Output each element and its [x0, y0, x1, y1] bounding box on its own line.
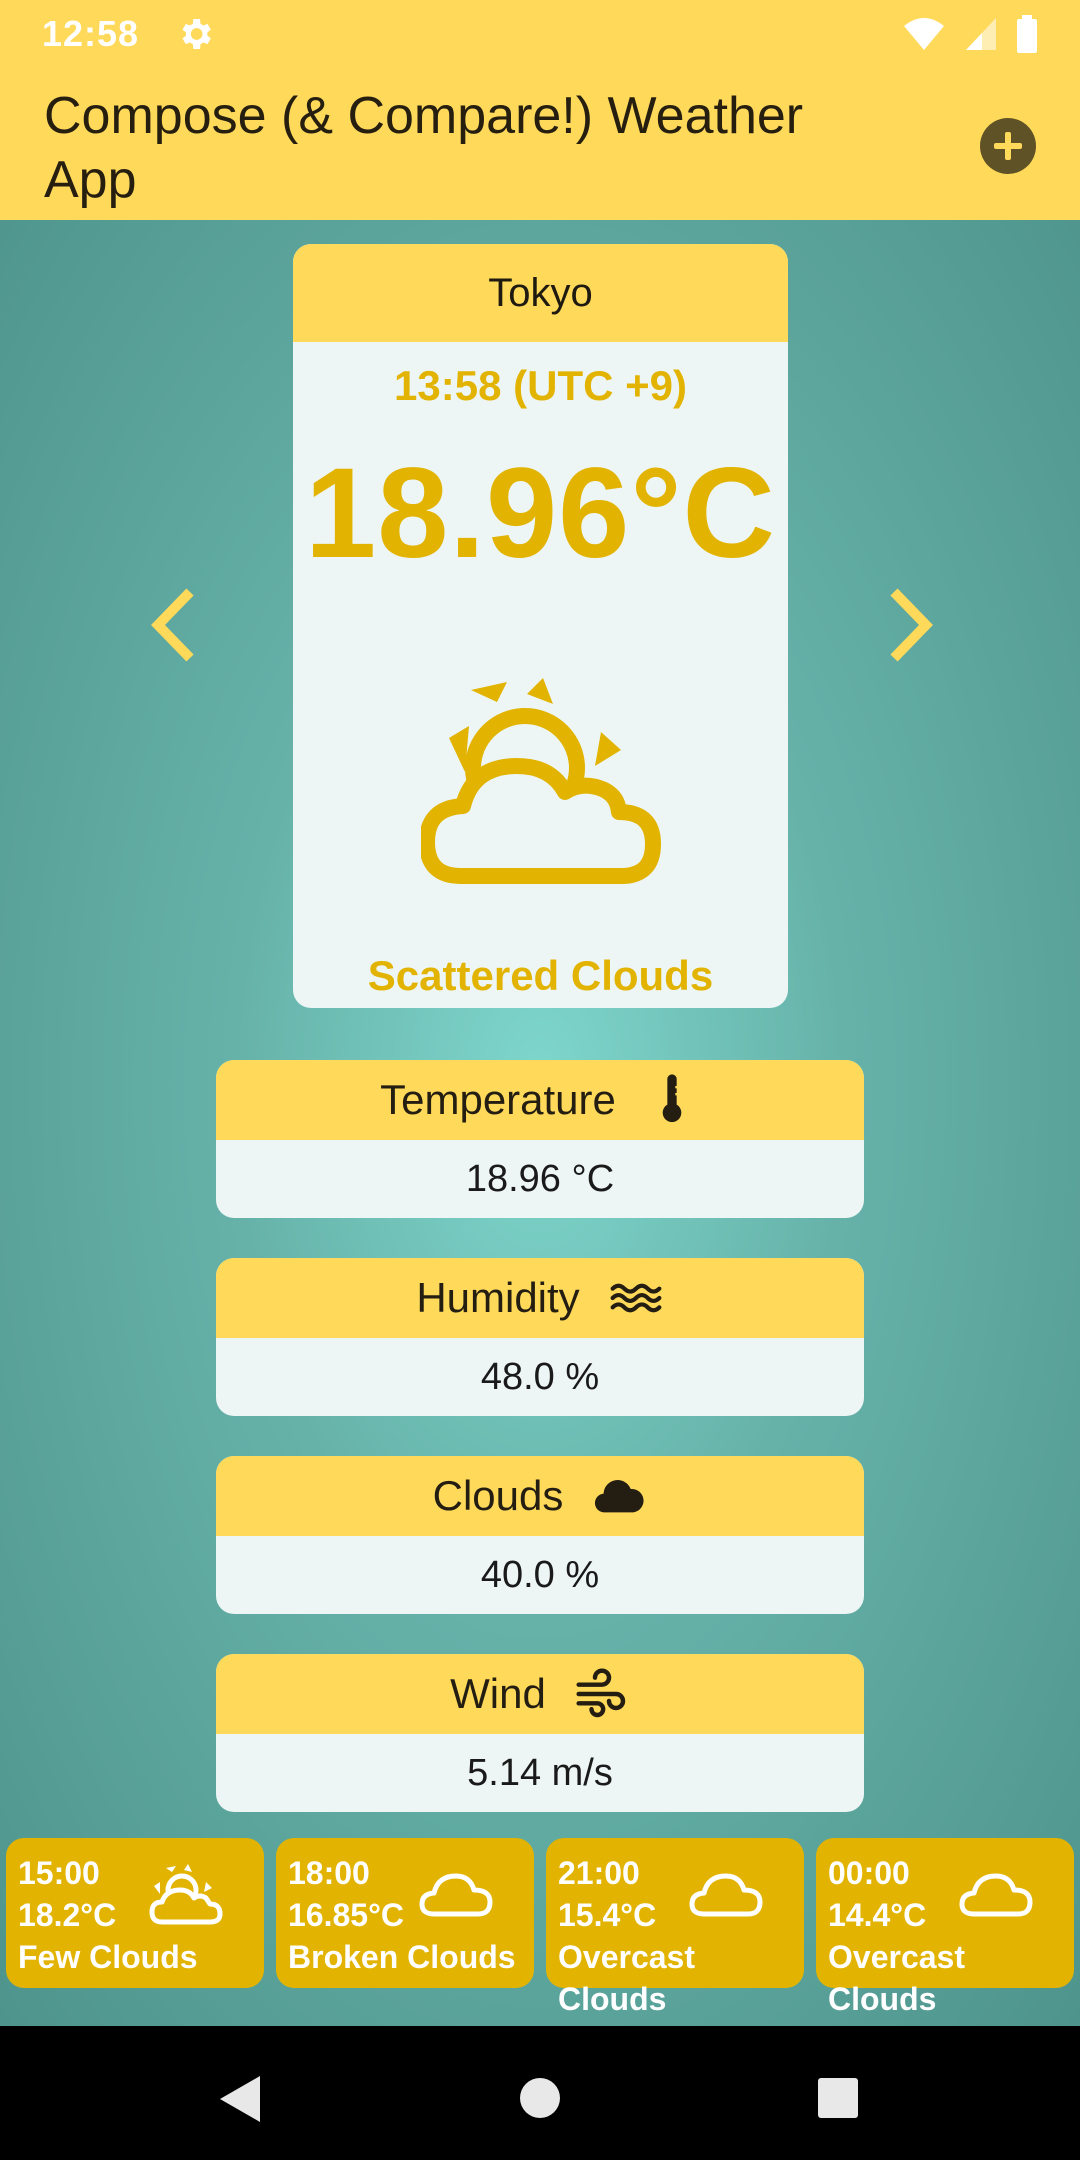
- forecast-temp: 16.85°C: [288, 1897, 404, 1933]
- app-bar: Compose (& Compare!) Weather App: [0, 68, 1080, 220]
- cloud-icon: [689, 1873, 763, 1917]
- clouds-value: 40.0 %: [480, 1553, 600, 1596]
- temperature-card: Temperature 18.96 °C: [216, 1060, 864, 1218]
- status-time: 12:58: [42, 13, 140, 54]
- cloud-icon: [959, 1873, 1033, 1917]
- add-city-button[interactable]: [980, 118, 1036, 174]
- forecast-time: 21:00: [558, 1855, 640, 1891]
- cell-signal-icon: [966, 18, 996, 50]
- back-icon[interactable]: [216, 2074, 262, 2124]
- forecast-card[interactable]: 00:00 14.4°C Overcast Clouds: [816, 1838, 1074, 2017]
- forecast-card[interactable]: 18:00 16.85°C Broken Clouds: [276, 1838, 534, 1988]
- sun-cloud-icon: [421, 678, 661, 884]
- battery-icon: [1017, 15, 1037, 53]
- sun-cloud-icon: [149, 1864, 223, 1925]
- cloud-icon: [419, 1873, 493, 1917]
- settings-gear-icon: [182, 19, 211, 49]
- chevron-right-icon[interactable]: [874, 580, 944, 670]
- chevron-left-icon[interactable]: [140, 580, 210, 670]
- cloud-icon: [595, 1480, 644, 1513]
- temperature-label: Temperature: [380, 1076, 616, 1123]
- forecast-card[interactable]: 21:00 15.4°C Overcast Clouds: [546, 1838, 804, 2017]
- city-name: Tokyo: [293, 244, 788, 342]
- wifi-icon: [904, 18, 944, 50]
- forecast-desc: Few Clouds: [18, 1939, 198, 1975]
- app-title: Compose (& Compare!) Weather App: [44, 87, 804, 209]
- current-weather-card: Tokyo 13:58 (UTC +9) 18.96°C Scattered C…: [293, 244, 788, 1008]
- forecast-card[interactable]: 15:00 18.2°C Few Clouds: [6, 1838, 264, 1988]
- status-bar: 12:58: [0, 0, 1080, 68]
- forecast-temp: 14.4°C: [828, 1897, 927, 1933]
- waves-icon: [610, 1283, 662, 1313]
- forecast-time: 00:00: [828, 1855, 910, 1891]
- home-icon[interactable]: [520, 2078, 560, 2118]
- local-time: 13:58 (UTC +9): [394, 362, 687, 409]
- humidity-card: Humidity 48.0 %: [216, 1258, 864, 1416]
- wind-value: 5.14 m/s: [467, 1751, 613, 1794]
- temperature-value: 18.96 °C: [465, 1157, 615, 1200]
- forecast-temp: 15.4°C: [558, 1897, 657, 1933]
- forecast-desc: Broken Clouds: [288, 1939, 516, 1975]
- humidity-label: Humidity: [416, 1274, 580, 1321]
- wind-label: Wind: [450, 1670, 546, 1717]
- forecast-time: 15:00: [18, 1855, 100, 1891]
- wind-icon: [576, 1668, 626, 1718]
- thermometer-icon: [662, 1074, 682, 1123]
- system-nav-bar: [0, 2026, 1080, 2160]
- wind-card: Wind 5.14 m/s: [216, 1654, 864, 1812]
- forecast-desc: Overcast Clouds: [558, 1939, 695, 2017]
- humidity-value: 48.0 %: [480, 1355, 600, 1398]
- clouds-label: Clouds: [432, 1472, 564, 1519]
- weather-content: Tokyo 13:58 (UTC +9) 18.96°C Scattered C…: [0, 220, 1080, 2026]
- current-temperature: 18.96°C: [305, 442, 776, 585]
- forecast-desc: Overcast Clouds: [828, 1939, 965, 2017]
- clouds-card: Clouds 40.0 %: [216, 1456, 864, 1614]
- weather-description: Scattered Clouds: [367, 952, 714, 999]
- forecast-temp: 18.2°C: [18, 1897, 117, 1933]
- forecast-time: 18:00: [288, 1855, 370, 1891]
- recents-icon[interactable]: [818, 2078, 858, 2118]
